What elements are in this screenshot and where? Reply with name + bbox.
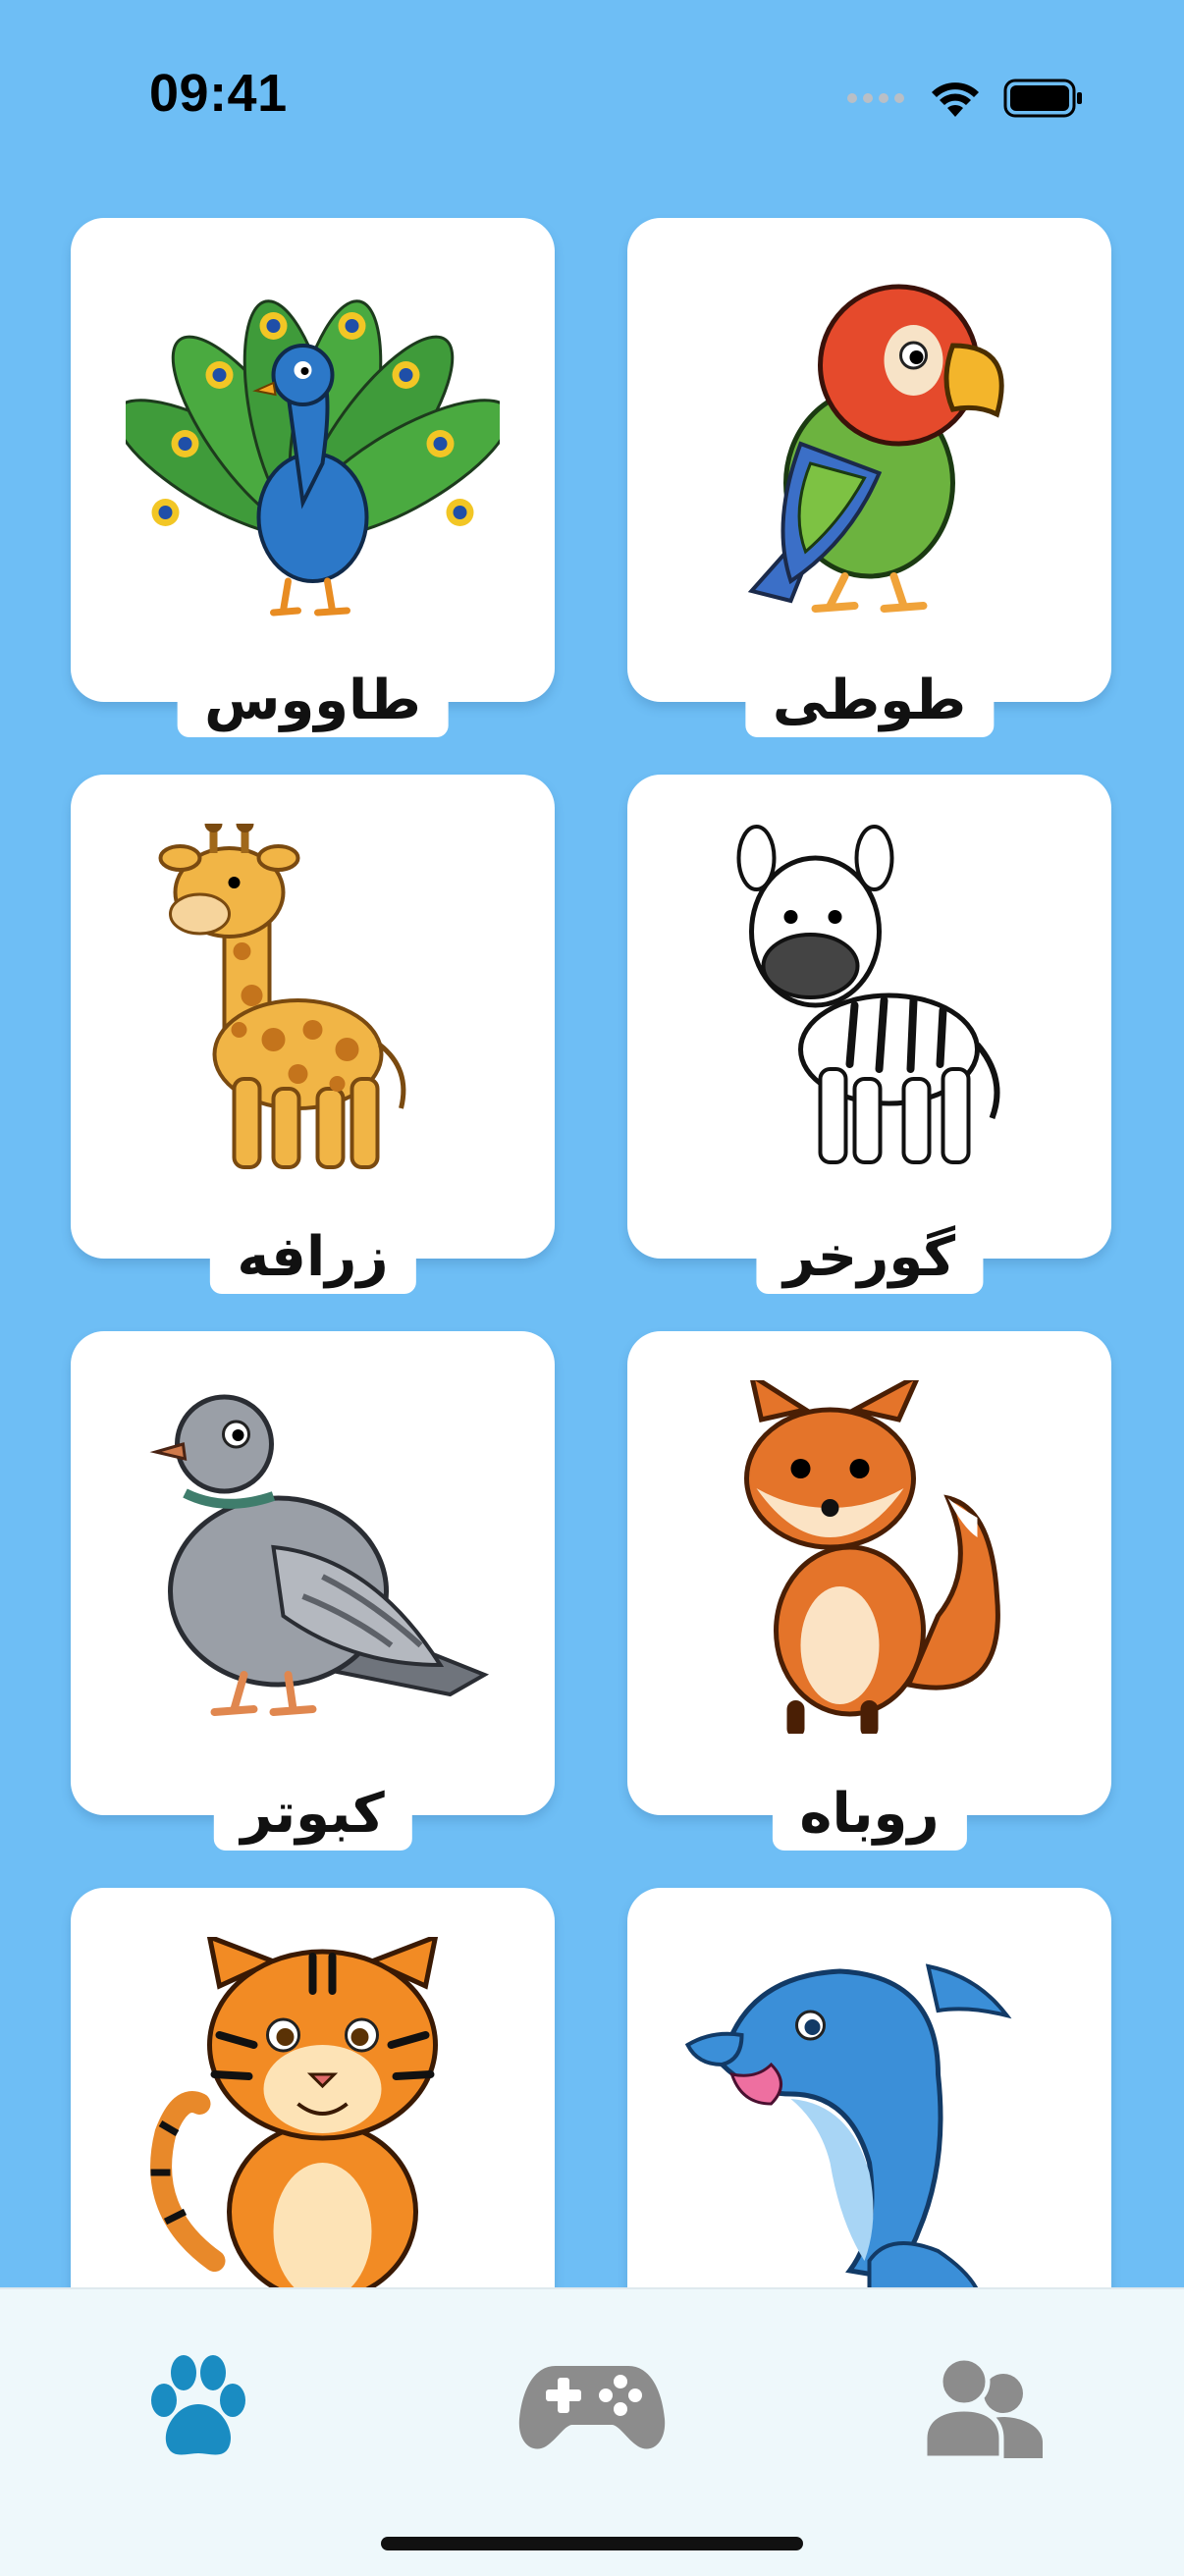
tiger-icon (150, 1937, 439, 2287)
users-icon (923, 2356, 1043, 2458)
animal-card-parrot[interactable]: طوطی (627, 218, 1111, 737)
dolphin-icon (684, 1963, 1012, 2287)
animal-label-tab: طاووس (177, 663, 449, 737)
animal-label-tab: روباه (772, 1776, 967, 1851)
zebra-icon (736, 825, 1000, 1164)
home-indicator (381, 2537, 803, 2550)
fox-icon (744, 1380, 1000, 1734)
animal-name: کبوتر (241, 1782, 385, 1846)
tab-games[interactable] (494, 2334, 690, 2481)
paw-icon (151, 2355, 245, 2455)
animal-name: زرافه (237, 1225, 389, 1289)
animal-label-tab: طوطی (744, 663, 995, 737)
animal-name: طوطی (772, 669, 967, 732)
animal-name: روباه (799, 1782, 940, 1846)
animal-name: گورخر (782, 1225, 956, 1289)
tab-bar (0, 2287, 1184, 2576)
animal-card-tiger[interactable] (71, 1888, 555, 2287)
peacock-icon (126, 299, 500, 617)
animal-name: طاووس (204, 669, 421, 732)
parrot-icon (747, 284, 1004, 613)
animal-card-fox[interactable]: روباه (627, 1331, 1111, 1851)
animal-label-tab: زرافه (209, 1219, 416, 1294)
gamepad-icon (518, 2366, 666, 2449)
animal-grid: طاووس طوطی زرافه گورخر کبوتر روباه (0, 0, 1184, 2287)
animal-card-pigeon[interactable]: کبوتر (71, 1331, 555, 1851)
tab-animals[interactable] (100, 2334, 296, 2481)
animal-card-peacock[interactable]: طاووس (71, 218, 555, 737)
animal-label-tab: کبوتر (213, 1776, 412, 1851)
animal-card-zebra[interactable]: گورخر (627, 775, 1111, 1294)
animal-card-giraffe[interactable]: زرافه (71, 775, 555, 1294)
animal-card-dolphin[interactable] (627, 1888, 1111, 2287)
tab-profile[interactable] (887, 2334, 1083, 2481)
giraffe-icon (158, 824, 406, 1169)
pigeon-icon (149, 1394, 490, 1716)
animal-label-tab: گورخر (755, 1219, 984, 1294)
